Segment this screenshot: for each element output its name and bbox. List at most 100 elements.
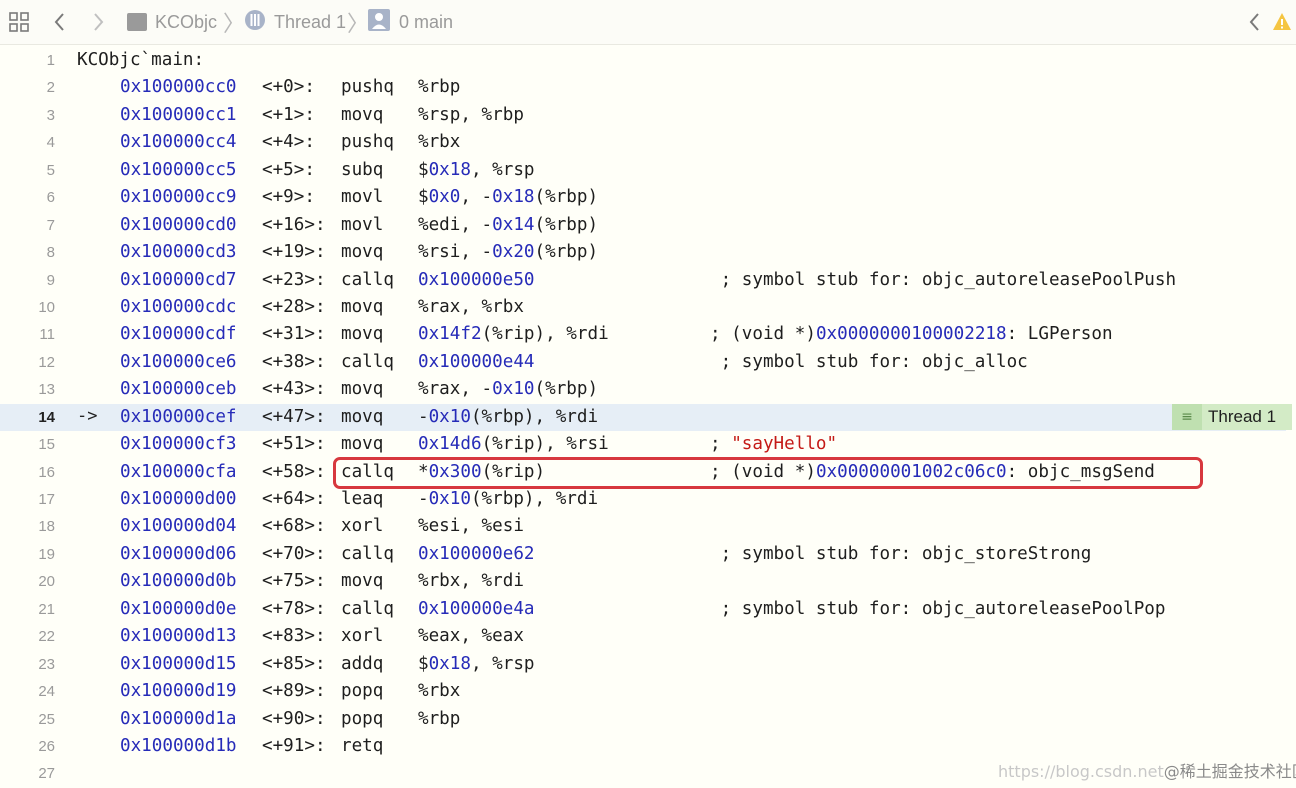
disassembly-row[interactable]: 2 0x100000cc0 <+0>: pushq %rbp: [0, 74, 1286, 101]
disassembly-row[interactable]: 18 0x100000d04 <+68>: xorl %esi, %esi: [0, 513, 1286, 540]
instruction-comment: ; symbol stub for: objc_alloc: [710, 351, 1028, 372]
line-number[interactable]: 12: [0, 354, 55, 371]
line-number[interactable]: 9: [0, 272, 55, 289]
disassembly-row[interactable]: 5 0x100000cc5 <+5>: subq $0x18, %rsp: [0, 157, 1286, 184]
issues-back-chevron-icon[interactable]: [1247, 0, 1263, 44]
instruction-address: 0x100000cc1: [120, 104, 237, 125]
instruction-operands: %rbp: [418, 77, 461, 98]
thread-badge-label: Thread 1: [1202, 404, 1292, 430]
editor-jump-bar: KCObjc 〉 Thread 1 〉 0 main: [0, 0, 1296, 45]
line-number[interactable]: 26: [0, 738, 55, 755]
instruction-offset: <+38>:: [262, 351, 326, 372]
instruction-comment: ; (void *)0x0000000100002218: LGPerson: [710, 324, 1113, 345]
instruction-address: 0x100000d15: [120, 653, 237, 674]
breadcrumb-separator: 〉: [347, 11, 370, 36]
instruction-address: 0x100000cc9: [120, 187, 237, 208]
line-number[interactable]: 2: [0, 79, 55, 96]
instruction-offset: <+9>:: [262, 187, 315, 208]
line-number[interactable]: 5: [0, 162, 55, 179]
instruction-comment: ; symbol stub for: objc_autoreleasePoolP…: [710, 598, 1166, 619]
line-number[interactable]: 27: [0, 765, 55, 782]
instruction-offset: <+75>:: [262, 571, 326, 592]
disassembly-view[interactable]: 1 KCObjc`main: 2 0x100000cc0 <+0>: pushq %rbp 3…: [0, 47, 1286, 788]
disassembly-row[interactable]: 11 0x100000cdf <+31>: movq 0x14f2(%rip), %rd…: [0, 321, 1286, 348]
line-number[interactable]: 19: [0, 546, 55, 563]
disassembly-row[interactable]: 4 0x100000cc4 <+4>: pushq %rbx: [0, 129, 1286, 156]
line-number[interactable]: 6: [0, 189, 55, 206]
line-number[interactable]: 22: [0, 628, 55, 645]
disassembly-row[interactable]: 1 KCObjc`main:: [0, 47, 1286, 74]
breadcrumb-target[interactable]: KCObjc: [127, 0, 217, 44]
line-number[interactable]: 13: [0, 381, 55, 398]
disassembly-row[interactable]: 12 0x100000ce6 <+38>: callq 0x100000e44 ; sy…: [0, 349, 1286, 376]
instruction-mnemonic: xorl: [341, 516, 384, 537]
line-number[interactable]: 7: [0, 217, 55, 234]
instruction-offset: <+47>:: [262, 406, 326, 427]
instruction-operands: -0x10(%rbp), %rdi: [418, 489, 599, 509]
line-number[interactable]: 8: [0, 244, 55, 261]
instruction-operands: $0x0, -0x18(%rbp): [418, 187, 599, 208]
watermark: https://blog.csdn.net@稀土掘金技术社区: [998, 758, 1296, 782]
breadcrumb-thread[interactable]: Thread 1: [244, 0, 346, 44]
disassembly-row[interactable]: 7 0x100000cd0 <+16>: movl %edi, -0x14(%rbp): [0, 212, 1286, 239]
line-number[interactable]: 16: [0, 464, 55, 481]
line-number[interactable]: 10: [0, 299, 55, 316]
instruction-address: 0x100000ce6: [120, 351, 237, 372]
related-items-grid-icon[interactable]: [8, 0, 30, 44]
disassembly-row[interactable]: 23 0x100000d15 <+85>: addq $0x18, %rsp: [0, 651, 1286, 678]
disassembly-row[interactable]: 26 0x100000d1b <+91>: retq: [0, 733, 1286, 760]
instruction-address: 0x100000ceb: [120, 379, 237, 400]
app-target-icon: [127, 13, 147, 31]
instruction-offset: <+31>:: [262, 324, 326, 345]
breadcrumb-frame[interactable]: 0 main: [368, 0, 453, 44]
disassembly-row[interactable]: 14 -> 0x100000cef <+47>: movq -0x10(%rbp), %r…: [0, 403, 1286, 432]
line-number[interactable]: 18: [0, 518, 55, 535]
disassembly-row[interactable]: 25 0x100000d1a <+90>: popq %rbp: [0, 706, 1286, 733]
line-number[interactable]: 21: [0, 601, 55, 618]
disassembly-row[interactable]: 3 0x100000cc1 <+1>: movq %rsp, %rbp: [0, 102, 1286, 129]
disassembly-row[interactable]: 19 0x100000d06 <+70>: callq 0x100000e62 ; sy…: [0, 541, 1286, 568]
instruction-address: 0x100000cc5: [120, 159, 237, 180]
objc-msgsend-call-highlight: [333, 457, 1203, 489]
instruction-address: 0x100000cdc: [120, 296, 237, 317]
line-number[interactable]: 25: [0, 711, 55, 728]
thread-1-badge[interactable]: ≡ Thread 1: [1172, 404, 1292, 430]
line-number[interactable]: 14: [0, 409, 55, 426]
disassembly-row[interactable]: 15 0x100000cf3 <+51>: movq 0x14d6(%rip), %rs…: [0, 431, 1286, 458]
instruction-operands: %eax, %eax: [418, 626, 524, 647]
instruction-offset: <+5>:: [262, 159, 315, 180]
line-number[interactable]: 3: [0, 107, 55, 124]
disassembly-row[interactable]: 10 0x100000cdc <+28>: movq %rax, %rbx: [0, 294, 1286, 321]
line-number[interactable]: 20: [0, 573, 55, 590]
breadcrumb-separator: 〉: [223, 11, 246, 36]
disassembly-row[interactable]: 6 0x100000cc9 <+9>: movl $0x0, -0x18(%rbp): [0, 184, 1286, 211]
instruction-comment: ; symbol stub for: objc_storeStrong: [710, 543, 1092, 564]
instruction-offset: <+51>:: [262, 434, 326, 455]
instruction-offset: <+70>:: [262, 543, 326, 564]
disassembly-row[interactable]: 17 0x100000d00 <+64>: leaq -0x10(%rbp), %rdi: [0, 486, 1286, 513]
instruction-address: 0x100000d1a: [120, 708, 237, 729]
line-number[interactable]: 11: [0, 326, 55, 343]
back-chevron-icon[interactable]: [52, 0, 68, 44]
disassembly-row[interactable]: 9 0x100000cd7 <+23>: callq 0x100000e50 ; sym…: [0, 267, 1286, 294]
disassembly-row[interactable]: 24 0x100000d19 <+89>: popq %rbx: [0, 678, 1286, 705]
instruction-offset: <+43>:: [262, 379, 326, 400]
disassembly-row[interactable]: 8 0x100000cd3 <+19>: movq %rsi, -0x20(%rbp): [0, 239, 1286, 266]
forward-chevron-icon[interactable]: [90, 0, 106, 44]
instruction-address: 0x100000d00: [120, 489, 237, 509]
line-number[interactable]: 23: [0, 656, 55, 673]
line-number[interactable]: 24: [0, 683, 55, 700]
line-number[interactable]: 17: [0, 491, 55, 508]
disassembly-row[interactable]: 20 0x100000d0b <+75>: movq %rbx, %rdi: [0, 568, 1286, 595]
instruction-operands: %rax, %rbx: [418, 296, 524, 317]
warning-icon[interactable]: [1272, 0, 1292, 44]
disassembly-row[interactable]: 21 0x100000d0e <+78>: callq 0x100000e4a ; sy…: [0, 596, 1286, 623]
instruction-mnemonic: pushq: [341, 132, 394, 153]
disassembly-row[interactable]: 22 0x100000d13 <+83>: xorl %eax, %eax: [0, 623, 1286, 650]
disassembly-row[interactable]: 13 0x100000ceb <+43>: movq %rax, -0x10(%rbp): [0, 376, 1286, 403]
line-number[interactable]: 1: [0, 52, 55, 69]
line-number[interactable]: 4: [0, 134, 55, 151]
line-number[interactable]: 15: [0, 436, 55, 453]
instruction-offset: <+19>:: [262, 242, 326, 263]
instruction-mnemonic: popq: [341, 708, 384, 729]
